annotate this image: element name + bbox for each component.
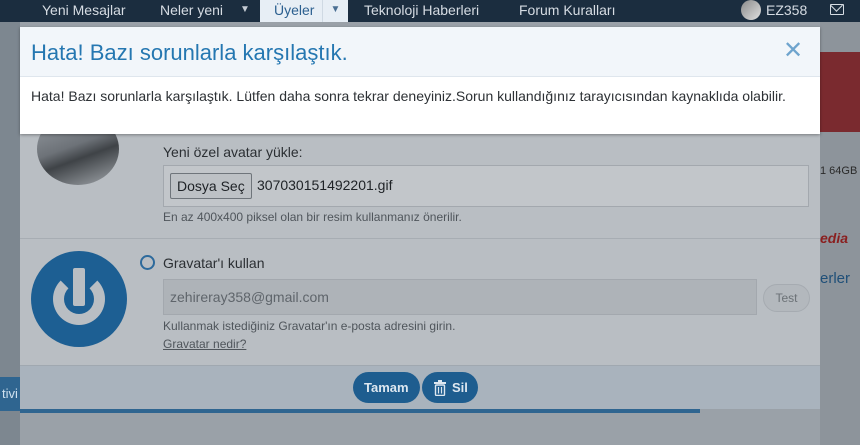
editor-footer: Tamam Sil — [20, 365, 820, 409]
done-button[interactable]: Tamam — [353, 372, 420, 403]
gravatar-email-input[interactable]: zehireray358@gmail.com — [163, 279, 757, 315]
nav-members[interactable]: Üyeler — [260, 0, 329, 22]
nav-whats-new-chevron-down-icon[interactable]: ▼ — [232, 0, 258, 22]
nav-tech-news[interactable]: Teknoloji Haberleri — [364, 0, 479, 22]
trash-icon — [434, 380, 446, 396]
nav-members-chevron-down-icon[interactable]: ▼ — [322, 0, 348, 22]
dialog-header: Hata! Bazı sorunlarla karşılaştık. ✕ — [20, 27, 820, 77]
dialog-title: Hata! Bazı sorunlarla karşılaştık. — [31, 40, 348, 65]
choose-file-button[interactable]: Dosya Seç — [170, 173, 252, 199]
divider — [20, 238, 820, 239]
nav-new-messages[interactable]: Yeni Mesajlar — [42, 0, 126, 22]
gravatar-label[interactable]: Gravatar'ı kullan — [163, 255, 265, 271]
close-icon[interactable]: ✕ — [782, 38, 804, 64]
user-avatar[interactable] — [741, 0, 761, 20]
background-product-text: 1 64GB — [820, 165, 858, 177]
gravatar-logo-icon — [31, 251, 127, 347]
avatar-editor: Yeni özel avatar yükle: Dosya Seç 307030… — [20, 113, 820, 409]
error-dialog: Hata! Bazı sorunlarla karşılaştık. ✕ Hat… — [20, 27, 820, 134]
nav-whats-new[interactable]: Neler yeni — [160, 0, 223, 22]
delete-label: Sil — [452, 380, 468, 395]
file-upload-field: Dosya Seç 307030151492201.gif — [163, 165, 809, 207]
top-navigation: Yeni Mesajlar Neler yeni ▼ Üyeler ▼ Tekn… — [0, 0, 860, 22]
background-right-panel: 1 64GB edia erler — [820, 22, 860, 445]
background-left-tab: tivi — [0, 377, 22, 411]
test-button[interactable]: Test — [763, 284, 810, 312]
gravatar-hint: Kullanmak istediğiniz Gravatar'ın e-post… — [163, 319, 456, 333]
username[interactable]: EZ358 — [766, 0, 807, 22]
mail-icon[interactable] — [830, 4, 844, 15]
background-brand-logo: edia — [820, 230, 849, 246]
nav-forum-rules[interactable]: Forum Kuralları — [519, 0, 615, 22]
upload-label: Yeni özel avatar yükle: — [163, 144, 303, 160]
file-name: 307030151492201.gif — [257, 177, 393, 193]
gravatar-radio[interactable] — [140, 255, 155, 270]
upload-hint: En az 400x400 piksel olan bir resim kull… — [163, 210, 462, 224]
dialog-message: Hata! Bazı sorunlarla karşılaştık. Lütfe… — [31, 88, 786, 104]
gravatar-info-link[interactable]: Gravatar nedir? — [163, 337, 246, 351]
background-bottom-bar — [20, 409, 700, 413]
background-product-image — [820, 52, 860, 132]
delete-button[interactable]: Sil — [422, 372, 478, 403]
background-link-text: erler — [820, 270, 851, 287]
